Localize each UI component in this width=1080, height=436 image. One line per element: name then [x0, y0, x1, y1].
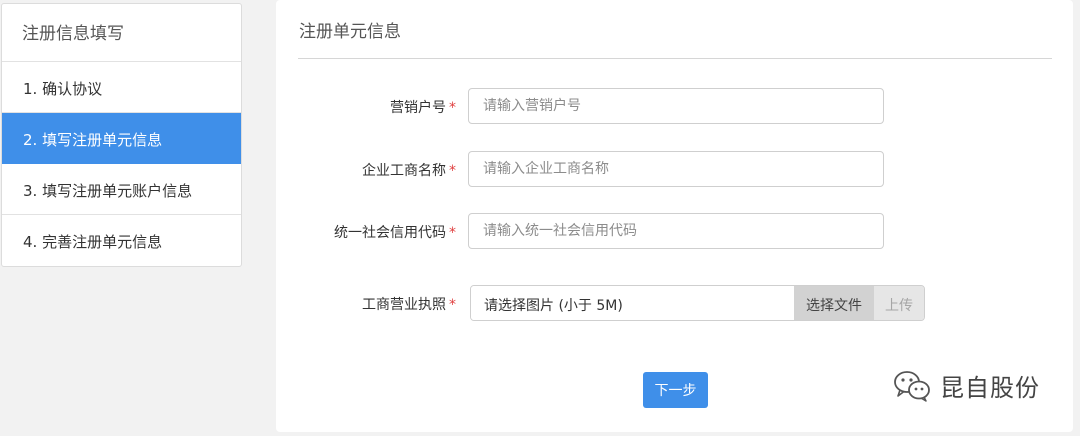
- sidebar-item-confirm-agreement[interactable]: 1. 确认协议: [2, 62, 241, 113]
- field-label-text: 企业工商名称: [362, 163, 446, 179]
- marketing-account-label: 营销户号 *: [390, 97, 456, 117]
- sidebar: 注册信息填写 1. 确认协议 2. 填写注册单元信息 3. 填写注册单元账户信息…: [1, 3, 242, 267]
- watermark-text: 昆自股份: [940, 374, 1040, 402]
- sidebar-item-complete-unit-info[interactable]: 4. 完善注册单元信息: [2, 215, 241, 266]
- panel-divider: [298, 58, 1052, 59]
- business-license-file-input: 请选择图片 (小于 5M) 选择文件 上传: [470, 285, 925, 321]
- next-step-button[interactable]: 下一步: [643, 372, 708, 408]
- field-label-text: 工商营业执照: [362, 297, 446, 313]
- required-mark: *: [449, 163, 456, 179]
- form-row-marketing-account: 营销户号 *: [276, 88, 1073, 124]
- marketing-account-input[interactable]: [468, 88, 884, 124]
- choose-file-button[interactable]: 选择文件: [794, 286, 874, 320]
- field-label-text: 营销户号: [390, 100, 446, 116]
- watermark: 昆自股份: [892, 368, 1040, 403]
- business-license-label: 工商营业执照 *: [362, 294, 456, 314]
- sidebar-item-label: 4. 完善注册单元信息: [23, 233, 163, 251]
- form-row-company-name: 企业工商名称 *: [276, 151, 1073, 187]
- field-label-text: 统一社会信用代码: [334, 225, 446, 241]
- company-name-input[interactable]: [468, 151, 884, 187]
- form-row-business-license: 工商营业执照 * 请选择图片 (小于 5M) 选择文件 上传: [276, 285, 1073, 321]
- required-mark: *: [449, 297, 456, 313]
- credit-code-input[interactable]: [468, 213, 884, 249]
- credit-code-label: 统一社会信用代码 *: [334, 222, 456, 242]
- form-row-credit-code: 统一社会信用代码 *: [276, 213, 1073, 249]
- company-name-label: 企业工商名称 *: [362, 160, 456, 180]
- file-name-display[interactable]: 请选择图片 (小于 5M): [471, 286, 794, 320]
- sidebar-item-label: 3. 填写注册单元账户信息: [23, 182, 193, 200]
- sidebar-item-fill-account-info[interactable]: 3. 填写注册单元账户信息: [2, 164, 241, 215]
- required-mark: *: [449, 100, 456, 116]
- wechat-icon: [894, 370, 930, 402]
- sidebar-title: 注册信息填写: [2, 4, 241, 62]
- sidebar-item-label: 1. 确认协议: [23, 80, 103, 98]
- upload-button[interactable]: 上传: [874, 286, 924, 320]
- panel-title: 注册单元信息: [299, 22, 401, 42]
- sidebar-item-fill-unit-info[interactable]: 2. 填写注册单元信息: [2, 113, 241, 164]
- sidebar-item-label: 2. 填写注册单元信息: [23, 131, 163, 149]
- required-mark: *: [449, 225, 456, 241]
